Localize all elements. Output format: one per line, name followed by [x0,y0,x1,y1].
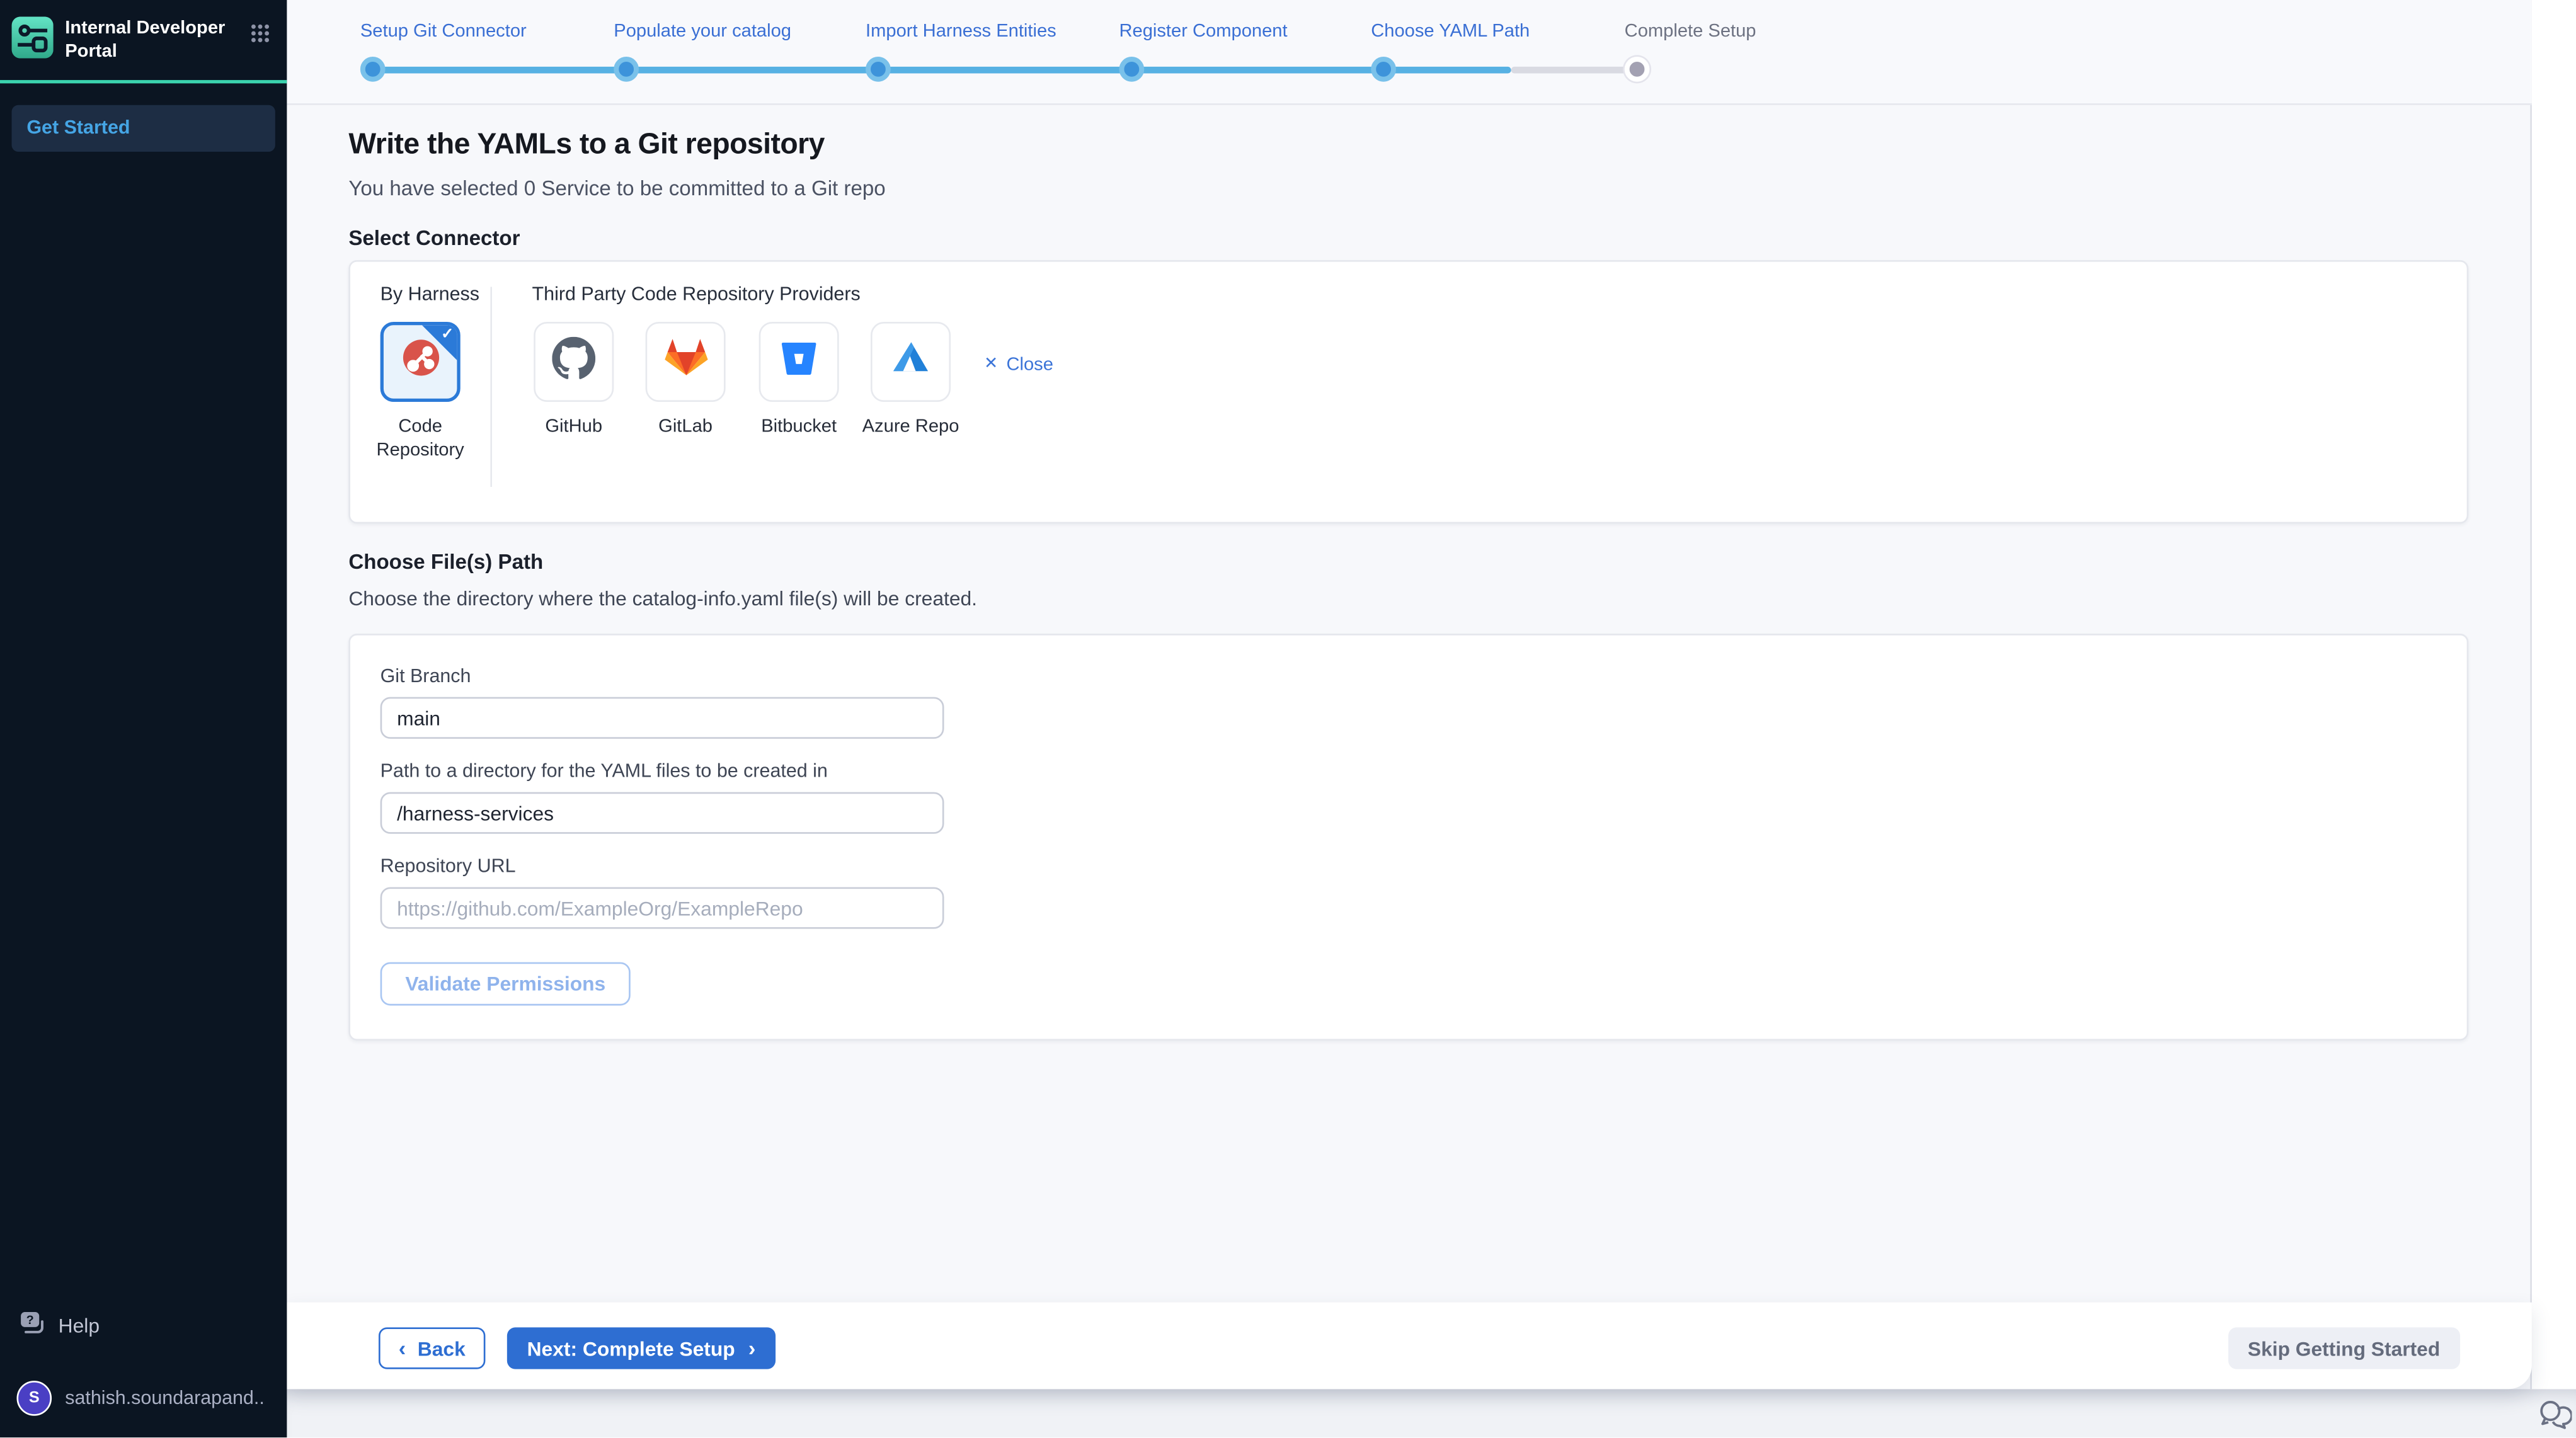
connector-tile-azure-repo[interactable] [871,322,951,402]
step-dot-5[interactable] [1370,57,1395,83]
git-branch-label: Git Branch [381,667,2437,687]
page-subtitle: You have selected 0 Service to be commit… [348,177,2468,200]
step-label-register-component[interactable]: Register Component [1119,21,1287,42]
choose-path-card: Git Branch Path to a directory for the Y… [348,634,2468,1041]
connector-tile-code-repository[interactable]: ✓ [381,322,461,402]
step-label-populate-your-catalog[interactable]: Populate your catalog [614,21,791,42]
stepper-progress-line [372,66,1511,74]
repository-url-input[interactable] [381,887,944,928]
help-label: Help [59,1314,100,1337]
azure-icon [889,336,932,387]
back-label: Back [418,1337,466,1360]
main-content: Write the YAMLs to a Git repository You … [348,103,2468,1041]
github-icon [552,336,595,387]
step-dot-4[interactable] [1118,57,1143,83]
close-icon: ✕ [984,357,998,374]
apps-grid-icon[interactable] [250,21,270,52]
check-icon: ✓ [441,325,454,343]
step-label-setup-git-connector[interactable]: Setup Git Connector [360,21,527,42]
repository-url-label: Repository URL [381,857,2437,877]
tile-label-bitbucket: Bitbucket [742,415,856,439]
sidebar-item-get-started[interactable]: Get Started [12,104,275,151]
tile-label-code-repository: Code Repository [364,415,477,463]
avatar: S [16,1381,52,1417]
connector-tile-github[interactable] [534,322,614,402]
footer-bar: ‹ Back Next: Complete Setup › Skip Getti… [287,1303,2532,1389]
scrollbar-gutter[interactable] [2530,0,2576,1389]
step-dot-6 [1623,57,1649,83]
user-name: sathish.soundarapand... [65,1389,265,1409]
validate-permissions-button[interactable]: Validate Permissions [381,962,631,1006]
back-button[interactable]: ‹ Back [379,1327,486,1369]
chevron-left-icon: ‹ [399,1337,406,1359]
step-dot-3[interactable] [865,57,890,83]
step-dot-2[interactable] [613,57,638,83]
git-branch-input[interactable] [381,697,944,739]
yaml-directory-input[interactable] [381,792,944,834]
third-party-label: Third Party Code Repository Providers [532,285,861,305]
close-label: Close [1006,355,1053,375]
chevron-right-icon: › [748,1337,756,1359]
connector-card: By Harness Third Party Code Repository P… [348,260,2468,523]
tile-label-github: GitHub [517,415,631,439]
choose-path-description: Choose the directory where the catalog-i… [348,587,2468,610]
sidebar-help[interactable]: ? Help [18,1310,273,1341]
sidebar-user[interactable]: S sathish.soundarapand... [16,1381,273,1417]
sidebar-divider [0,79,287,83]
svg-text:?: ? [26,1314,34,1328]
stepper-remaining-line [1511,66,1637,74]
step-label-import-harness-entities[interactable]: Import Harness Entities [866,21,1056,42]
group-divider [490,287,492,487]
idp-logo-icon [12,16,54,58]
bitbucket-icon [777,336,821,387]
tile-label-gitlab: GitLab [629,415,742,439]
choose-path-heading: Choose File(s) Path [348,551,2468,574]
app-title: Internal Developer Portal [65,16,238,64]
connector-tile-bitbucket[interactable] [759,322,839,402]
stepper-header: Setup Git Connector Populate your catalo… [287,0,2532,105]
connector-tile-gitlab[interactable] [646,322,726,402]
chat-bubbles-icon[interactable] [2536,1398,2572,1438]
step-label-choose-yaml-path[interactable]: Choose YAML Path [1371,21,1530,42]
sidebar-nav: Get Started [0,104,287,151]
skip-getting-started-button[interactable]: Skip Getting Started [2228,1327,2460,1369]
next-complete-setup-button[interactable]: Next: Complete Setup › [507,1327,776,1369]
step-dot-1[interactable] [360,57,385,83]
page-bottom-strip [287,1389,2576,1438]
step-label-complete-setup: Complete Setup [1625,21,1756,42]
sidebar: Internal Developer Portal Get Started ? [0,0,287,1438]
close-button[interactable]: ✕ Close [984,355,1053,375]
page-title: Write the YAMLs to a Git repository [348,127,2468,162]
tile-label-azure-repo: Azure Repo [854,415,968,439]
by-harness-label: By Harness [381,285,479,305]
app-window: Internal Developer Portal Get Started ? [0,0,2576,1438]
help-bubble-icon: ? [18,1310,45,1341]
next-label: Next: Complete Setup [527,1337,735,1360]
gitlab-icon [663,335,707,389]
yaml-directory-label: Path to a directory for the YAML files t… [381,762,2437,782]
select-connector-heading: Select Connector [348,227,2468,250]
